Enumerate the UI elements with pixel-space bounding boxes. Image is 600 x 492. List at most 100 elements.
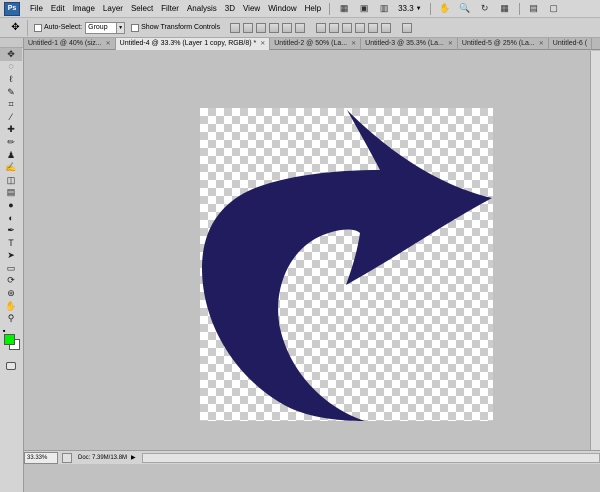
auto-select-label: Auto-Select:	[44, 24, 83, 31]
show-transform-checkbox[interactable]	[131, 23, 140, 32]
document-size-info: Doc: 7.39M/13.8M	[78, 454, 128, 461]
history-brush-icon[interactable]: ✍	[0, 161, 22, 174]
view-extras-icon[interactable]: ▥	[377, 3, 391, 15]
align-horizontal-center-icon[interactable]	[282, 22, 293, 33]
show-transform-label: Show Transform Controls	[141, 24, 221, 31]
close-icon[interactable]: ✕	[351, 38, 356, 50]
distribute-hcenter-icon[interactable]	[368, 22, 379, 33]
pen-icon[interactable]: ✒	[0, 224, 22, 237]
distribute-bottom-icon[interactable]	[342, 22, 353, 33]
document-tab-bar: Untitled-1 @ 40% (siz... ✕ Untitled-4 @ …	[24, 38, 600, 50]
tab-untitled-4[interactable]: Untitled-4 @ 33.3% (Layer 1 copy, RGB/8)…	[115, 38, 271, 50]
close-icon[interactable]: ✕	[539, 38, 544, 50]
menu-bar: Ps File Edit Image Layer Select Filter A…	[0, 0, 600, 18]
vertical-scrollbar[interactable]	[590, 51, 600, 450]
zoom-tool-icon[interactable]: 🔍	[458, 3, 472, 15]
mini-bridge-icon[interactable]: ▣	[357, 3, 371, 15]
brush-icon[interactable]: ✏	[0, 136, 22, 149]
marquee-icon[interactable]: ◌	[0, 61, 22, 74]
move-icon[interactable]: ✥	[0, 48, 22, 61]
menu-file[interactable]: File	[26, 0, 47, 18]
align-top-icon[interactable]	[230, 22, 241, 33]
menu-image[interactable]: Image	[69, 0, 99, 18]
align-right-icon[interactable]	[295, 22, 306, 33]
quick-mask-button[interactable]	[0, 360, 22, 372]
tab-label: Untitled-6 (	[552, 40, 588, 47]
curved-arrow-path	[202, 110, 492, 421]
eraser-icon[interactable]: ◫	[0, 174, 22, 187]
shape-icon[interactable]: ▭	[0, 262, 22, 275]
close-icon[interactable]: ✕	[260, 38, 265, 50]
align-left-icon[interactable]	[269, 22, 280, 33]
document-workspace[interactable]	[24, 51, 600, 450]
status-menu-arrow-icon[interactable]: ▶	[131, 454, 136, 461]
rotate-view-icon[interactable]: ↻	[478, 3, 492, 15]
menu-edit[interactable]: Edit	[47, 0, 69, 18]
hand-tool-icon[interactable]: ✋	[438, 3, 452, 15]
menu-window[interactable]: Window	[264, 0, 300, 18]
menu-3d[interactable]: 3D	[221, 0, 239, 18]
auto-select-checkbox[interactable]	[34, 23, 42, 32]
type-icon[interactable]: T	[0, 237, 22, 250]
menu-separator	[329, 2, 331, 15]
lasso-icon[interactable]: ℓ	[0, 73, 22, 86]
menu-analysis[interactable]: Analysis	[183, 0, 221, 18]
menu-filter[interactable]: Filter	[157, 0, 183, 18]
zoom-level-dropdown[interactable]: 33.3 ▼	[398, 4, 422, 13]
align-bottom-icon[interactable]	[256, 22, 267, 33]
grid-icon[interactable]: ▦	[498, 3, 512, 15]
default-colors-icon[interactable]: ■	[3, 328, 9, 333]
chevron-down-icon: ▼	[116, 22, 125, 33]
menu-help[interactable]: Help	[301, 0, 325, 18]
menu-separator	[429, 2, 431, 15]
3d-rotate-icon[interactable]: ⟳	[0, 275, 22, 288]
tab-untitled-2[interactable]: Untitled-2 @ 50% (La... ✕	[270, 38, 362, 50]
panel-grip[interactable]	[0, 38, 23, 48]
screen-mode-icon[interactable]: ▢	[547, 3, 561, 15]
workspace-bottom	[24, 464, 600, 492]
crop-icon[interactable]: ⌗	[0, 98, 22, 111]
gradient-icon[interactable]: ▤	[0, 187, 22, 200]
close-icon[interactable]: ✕	[106, 38, 111, 50]
tab-label: Untitled-3 @ 35.3% (La...	[365, 40, 444, 47]
healing-icon[interactable]: ✚	[0, 124, 22, 137]
dodge-icon[interactable]: ◐	[0, 212, 22, 225]
tab-untitled-3[interactable]: Untitled-3 @ 35.3% (La... ✕	[361, 38, 458, 50]
menu-select[interactable]: Select	[127, 0, 157, 18]
foreground-color-swatch[interactable]	[4, 334, 15, 346]
auto-select-dropdown[interactable]: Group ▼	[85, 21, 126, 34]
quick-select-icon[interactable]: ✎	[0, 86, 22, 99]
tab-untitled-5[interactable]: Untitled-5 @ 25% (La... ✕	[458, 38, 549, 50]
photoshop-logo: Ps	[4, 1, 20, 16]
eyedropper-icon[interactable]: ⁄	[0, 111, 22, 124]
blur-icon[interactable]: ●	[0, 199, 22, 212]
tab-label: Untitled-5 @ 25% (La...	[461, 40, 535, 47]
menu-layer[interactable]: Layer	[99, 0, 127, 18]
3d-orbit-icon[interactable]: ⊛	[0, 287, 22, 300]
auto-align-layers-icon[interactable]	[402, 22, 413, 33]
tab-label: Untitled-1 @ 40% (siz...	[28, 40, 102, 47]
tab-untitled-6[interactable]: Untitled-6 (	[549, 38, 593, 50]
hand-icon[interactable]: ✋	[0, 300, 22, 313]
distribute-left-icon[interactable]	[355, 22, 366, 33]
distribute-top-icon[interactable]	[316, 22, 327, 33]
auto-select-value: Group	[88, 23, 108, 31]
document-canvas[interactable]	[200, 108, 493, 421]
bridge-icon[interactable]: ▦	[337, 3, 351, 15]
align-vertical-center-icon[interactable]	[243, 22, 254, 33]
curved-arrow-shape[interactable]	[200, 108, 493, 421]
menu-view[interactable]: View	[239, 0, 264, 18]
quick-mask-icon	[6, 362, 16, 371]
arrange-documents-icon[interactable]: ▤	[527, 3, 541, 15]
distribute-right-icon[interactable]	[381, 22, 392, 33]
zoom-percentage-field[interactable]: 33.33%	[24, 451, 58, 464]
path-select-icon[interactable]: ➤	[0, 250, 22, 263]
clone-stamp-icon[interactable]: ♟	[0, 149, 22, 162]
zoom-icon[interactable]: ⚲	[0, 312, 22, 325]
close-icon[interactable]: ✕	[448, 38, 453, 50]
move-tool-preset-icon[interactable]: ✥	[4, 19, 28, 36]
document-profile-icon[interactable]	[62, 452, 72, 463]
tab-untitled-1[interactable]: Untitled-1 @ 40% (siz... ✕	[24, 38, 116, 50]
horizontal-scrollbar[interactable]	[141, 452, 600, 463]
distribute-vcenter-icon[interactable]	[329, 22, 340, 33]
